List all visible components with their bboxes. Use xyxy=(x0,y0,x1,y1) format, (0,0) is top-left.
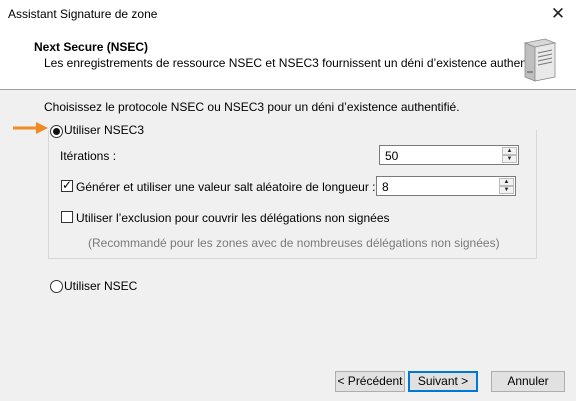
nsec3-label[interactable]: Utiliser NSEC3 xyxy=(64,123,144,137)
salt-length-value[interactable]: 8 xyxy=(382,180,389,194)
spin-down-icon[interactable]: ▼ xyxy=(502,155,517,163)
window-title: Assistant Signature de zone xyxy=(8,7,158,21)
optout-checkbox[interactable] xyxy=(61,211,73,223)
page-description: Les enregistrements de ressource NSEC et… xyxy=(44,56,549,70)
radio-use-nsec[interactable] xyxy=(50,280,63,293)
next-button[interactable]: Suivant > xyxy=(408,371,478,392)
salt-length-spinbox[interactable]: 8 ▲ ▼ xyxy=(376,176,516,196)
back-button[interactable]: < Précédent xyxy=(335,371,405,392)
iterations-label: Itérations : xyxy=(60,149,117,163)
radio-use-nsec3[interactable] xyxy=(50,125,63,138)
optout-hint: (Recommandé pour les zones avec de nombr… xyxy=(88,236,500,250)
spin-up-icon[interactable]: ▲ xyxy=(499,178,514,186)
nsec-label[interactable]: Utiliser NSEC xyxy=(64,279,137,293)
cancel-button[interactable]: Annuler xyxy=(491,371,565,392)
salt-checkbox[interactable] xyxy=(61,178,73,192)
iterations-spinbox[interactable]: 50 ▲ ▼ xyxy=(379,145,519,165)
close-icon[interactable]: ✕ xyxy=(547,3,569,25)
orange-arrow-icon xyxy=(12,121,50,138)
salt-label[interactable]: Générer et utiliser une valeur salt aléa… xyxy=(76,180,376,194)
intro-text: Choisissez le protocole NSEC ou NSEC3 po… xyxy=(44,100,460,114)
page-title: Next Secure (NSEC) xyxy=(34,40,149,54)
optout-label[interactable]: Utiliser l’exclusion pour couvrir les dé… xyxy=(76,211,390,225)
iterations-value[interactable]: 50 xyxy=(385,149,398,163)
spin-down-icon[interactable]: ▼ xyxy=(499,186,514,194)
spin-up-icon[interactable]: ▲ xyxy=(502,147,517,155)
server-icon xyxy=(519,37,559,83)
